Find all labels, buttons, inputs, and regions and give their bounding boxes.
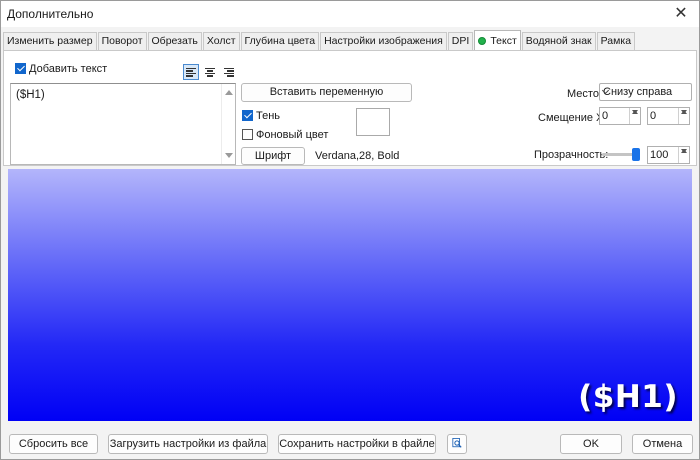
place-value: Снизу справа: [603, 86, 673, 98]
tab-label: Рамка: [600, 35, 632, 47]
stepper-down-icon[interactable]: [632, 110, 638, 114]
insert-variable-button[interactable]: Вставить переменную: [241, 83, 412, 102]
offset-y-value: 0: [650, 110, 657, 122]
tab-label: Водяной знак: [525, 35, 592, 47]
font-description: Verdana,28, Bold: [315, 150, 400, 162]
text-input-value: ($H1): [16, 89, 45, 101]
tab-rotate[interactable]: Поворот: [97, 32, 147, 50]
preview-button[interactable]: [447, 434, 467, 454]
align-left-icon[interactable]: [183, 64, 199, 80]
active-dot-icon: [478, 37, 487, 45]
window-title: Дополнительно: [7, 7, 94, 21]
align-right-icon[interactable]: [221, 64, 237, 80]
title-bar: Дополнительно ✕: [1, 1, 699, 27]
place-select[interactable]: Снизу справа: [599, 83, 692, 101]
background-color-swatch[interactable]: [356, 108, 390, 136]
tab-image-settings[interactable]: Настройки изображения: [320, 32, 447, 50]
background-color-checkbox[interactable]: Фоновый цвет: [242, 129, 328, 141]
opacity-label: Прозрачность:: [534, 149, 609, 161]
load-settings-button[interactable]: Загрузить настройки из файла: [108, 434, 268, 454]
preview-overlay-text: ($H1): [578, 379, 678, 415]
opacity-slider[interactable]: [602, 148, 640, 161]
ok-button[interactable]: OK: [560, 434, 622, 454]
tab-color-depth[interactable]: Глубина цвета: [240, 32, 320, 50]
alignment-group: [183, 64, 240, 80]
font-button[interactable]: Шрифт: [241, 147, 305, 165]
add-text-checkbox[interactable]: Добавить текст: [15, 63, 107, 75]
tab-label: Изменить размер: [7, 35, 93, 47]
tab-text[interactable]: Текст: [474, 30, 521, 50]
shadow-label: Тень: [256, 110, 281, 122]
offset-y-stepper[interactable]: 0: [647, 107, 690, 125]
scroll-down-icon[interactable]: [225, 153, 233, 158]
stepper-arrows[interactable]: [678, 147, 689, 163]
save-settings-button[interactable]: Сохранить настройки в файле: [278, 434, 436, 454]
textbox-scrollbar[interactable]: [221, 84, 235, 164]
tab-label: Глубина цвета: [244, 35, 316, 47]
tab-label: Настройки изображения: [324, 35, 443, 47]
tab-dpi[interactable]: DPI: [447, 32, 474, 50]
stepper-arrows[interactable]: [629, 108, 640, 124]
align-center-icon[interactable]: [202, 64, 218, 80]
place-label: Место:: [567, 88, 602, 100]
checkbox-checked-icon: [242, 110, 253, 121]
tab-resize[interactable]: Изменить размер: [3, 32, 97, 50]
stepper-arrows[interactable]: [678, 108, 689, 124]
background-color-label: Фоновый цвет: [256, 129, 329, 141]
tab-crop[interactable]: Обрезать: [147, 32, 202, 50]
tab-label: Поворот: [101, 35, 143, 47]
stepper-down-icon[interactable]: [681, 149, 687, 153]
checkbox-unchecked-icon: [242, 129, 253, 140]
tab-canvas[interactable]: Холст: [202, 32, 240, 50]
tab-watermark[interactable]: Водяной знак: [521, 32, 596, 50]
image-preview: ($H1): [8, 169, 692, 421]
tab-label: Текст: [490, 35, 517, 47]
tab-frame[interactable]: Рамка: [596, 32, 636, 50]
scroll-up-icon[interactable]: [225, 90, 233, 95]
offset-x-stepper[interactable]: 0: [599, 107, 641, 125]
magnifier-icon: [452, 438, 462, 448]
tab-bar: Изменить размер Поворот Обрезать Холст Г…: [3, 30, 636, 50]
opacity-value: 100: [650, 149, 669, 161]
tab-label: DPI: [451, 35, 470, 47]
close-icon[interactable]: ✕: [671, 4, 691, 24]
cancel-button[interactable]: Отмена: [632, 434, 693, 454]
dialog-window: Дополнительно ✕ Изменить размер Поворот …: [0, 0, 700, 460]
text-input[interactable]: ($H1): [10, 83, 236, 165]
shadow-checkbox[interactable]: Тень: [242, 110, 280, 122]
checkbox-checked-icon: [15, 63, 26, 74]
add-text-label: Добавить текст: [29, 63, 108, 75]
opacity-stepper[interactable]: 100: [647, 146, 690, 164]
tab-label: Холст: [206, 35, 236, 47]
stepper-down-icon[interactable]: [681, 110, 687, 114]
tab-label: Обрезать: [151, 35, 198, 47]
offset-x-value: 0: [602, 110, 609, 122]
reset-all-button[interactable]: Сбросить все: [9, 434, 98, 454]
slider-thumb[interactable]: [632, 148, 640, 161]
